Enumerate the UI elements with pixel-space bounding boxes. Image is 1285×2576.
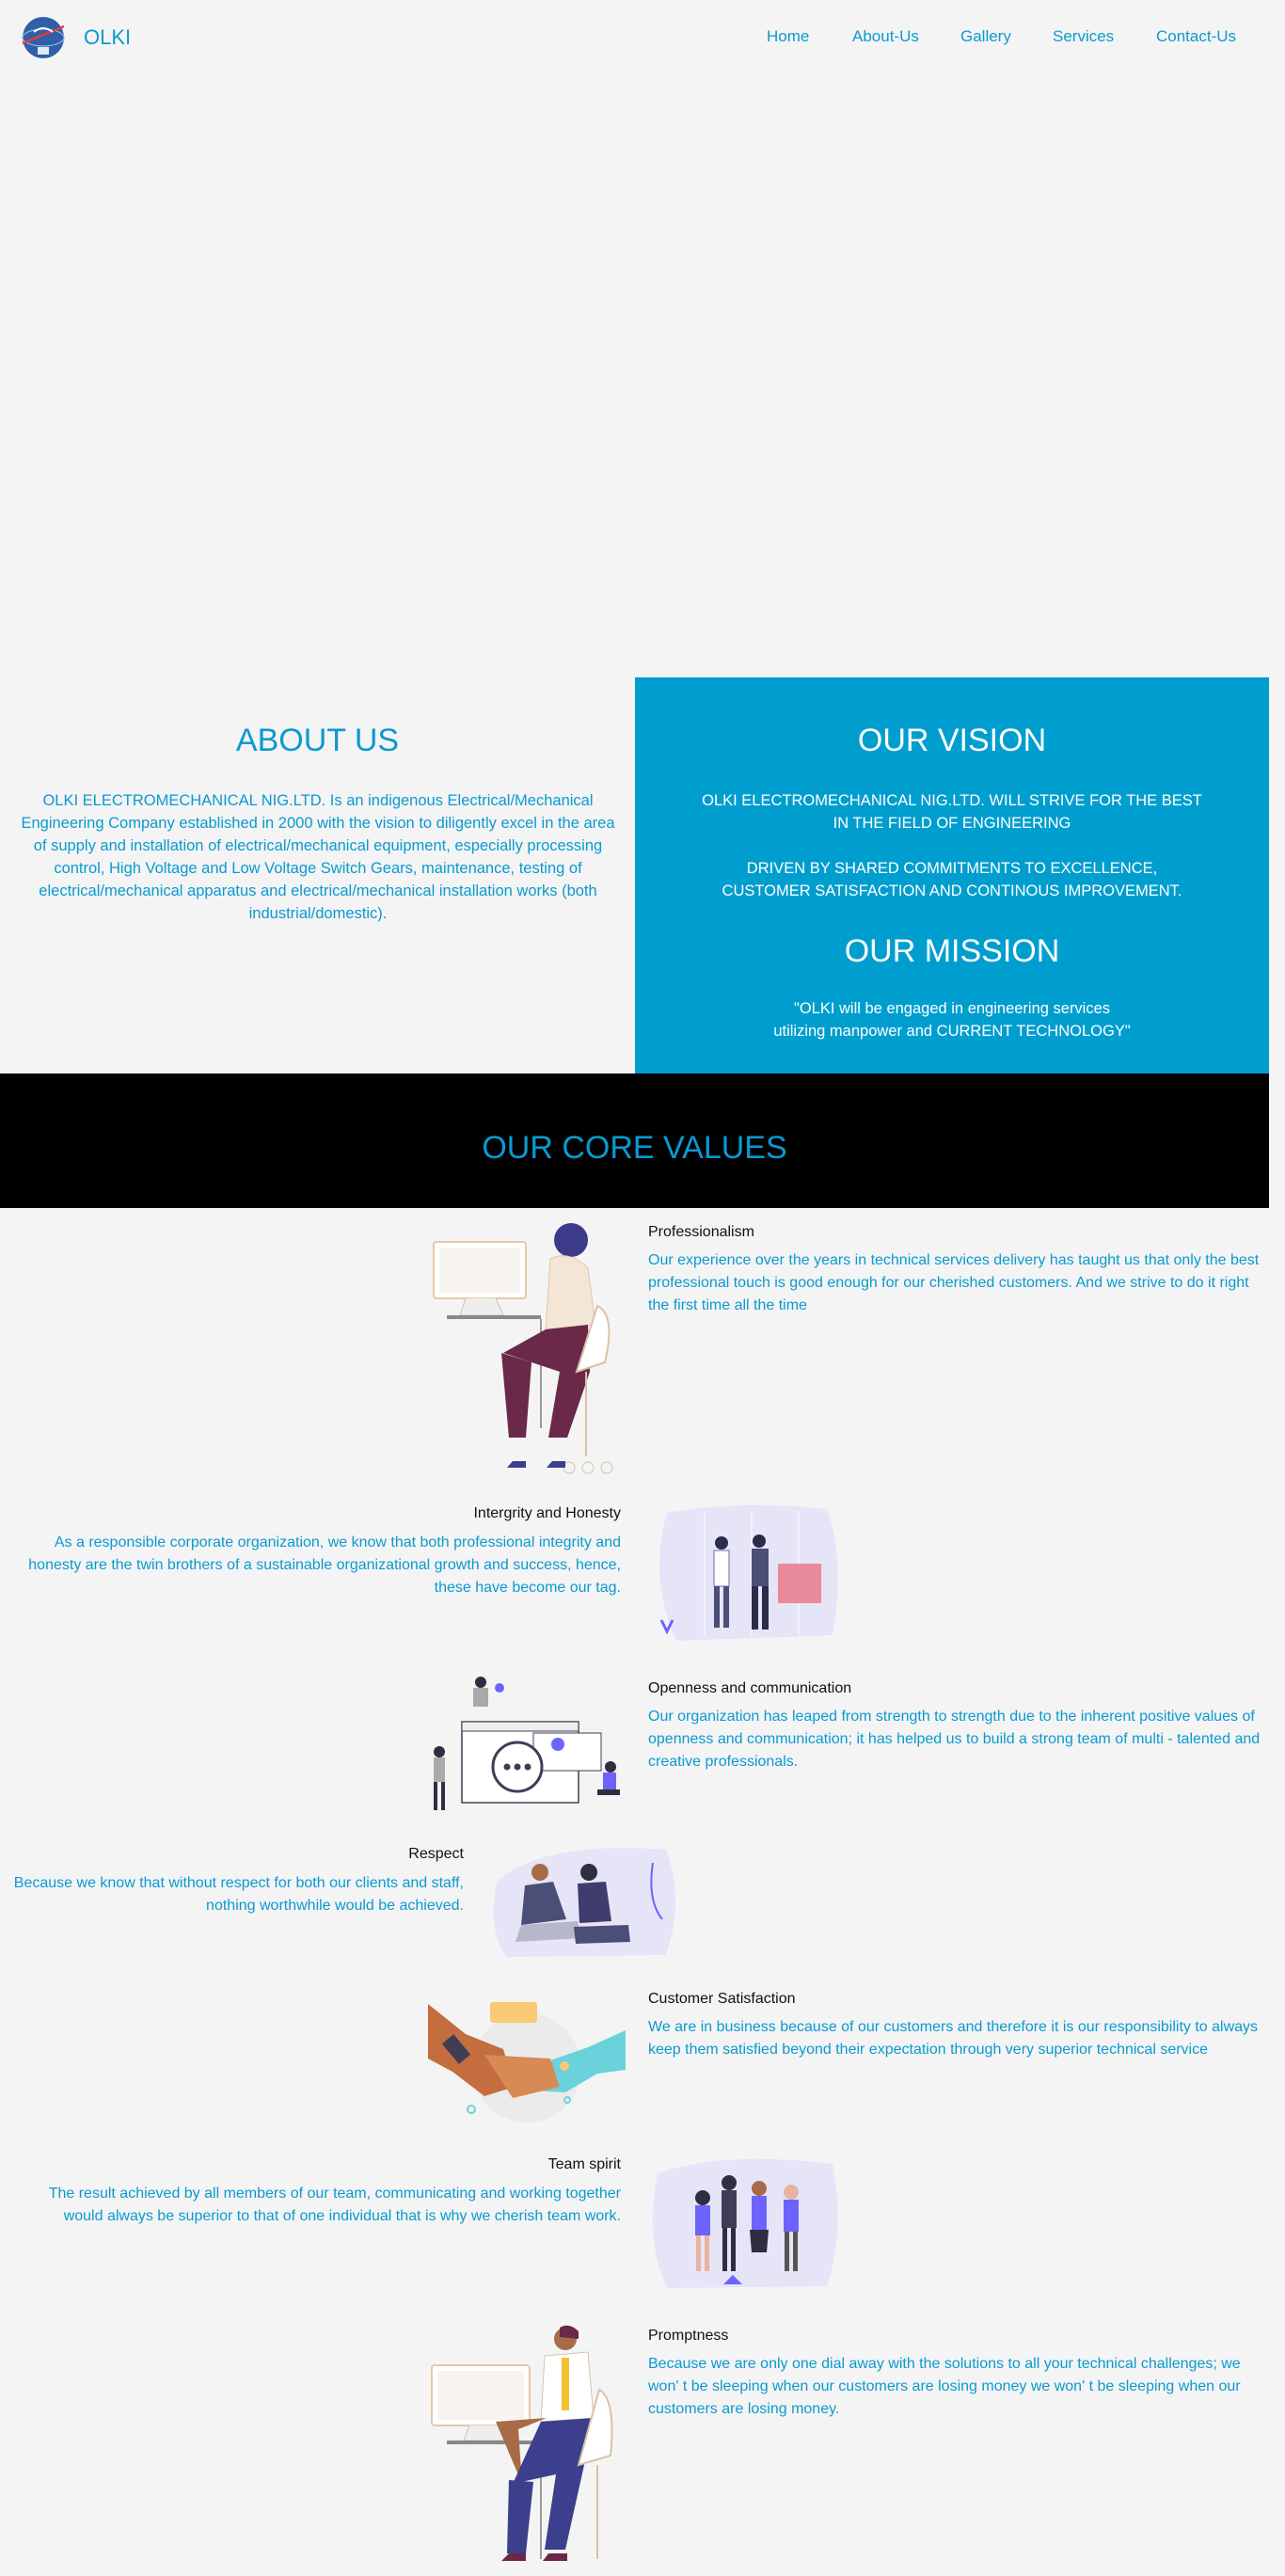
vision-line-1: OLKI ELECTROMECHANICAL NIG.LTD. WILL STR… <box>702 792 1202 809</box>
olki-globe-logo[interactable] <box>21 15 66 60</box>
nav-services[interactable]: Services <box>1053 27 1114 46</box>
value-title-openness: Openness and communication <box>648 1680 852 1696</box>
value-text-customer-satisfaction: We are in business because of our custom… <box>648 2019 1259 2058</box>
value-title-respect: Respect <box>408 1846 464 1862</box>
value-text-team-spirit: The result achieved by all members of ou… <box>48 2186 621 2224</box>
about-title: ABOUT US <box>235 723 400 758</box>
about-section: ABOUT US OLKI ELECTROMECHANICAL NIG.LTD.… <box>0 677 635 1073</box>
nav-home[interactable]: Home <box>767 27 809 46</box>
vision-line-2: IN THE FIELD OF ENGINEERING <box>833 815 1071 832</box>
value-title-promptness: Promptness <box>648 2328 729 2344</box>
vision-line-4: CUSTOMER SATISFACTION AND CONTINOUS IMPR… <box>722 883 1182 899</box>
value-title-professionalism: Professionalism <box>648 1224 754 1240</box>
mission-line-1: "OLKI will be engaged in engineering ser… <box>793 1000 1111 1017</box>
two-people-sitting-illustration <box>493 1848 675 1957</box>
handshake-hands-illustration <box>428 2002 626 2123</box>
nav-about-us[interactable]: About-Us <box>852 27 919 46</box>
mission-line-2: utilizing manpower and CURRENT TECHNOLOG… <box>773 1023 1131 1040</box>
chat-communication-illustration <box>434 1677 620 1810</box>
nav-contact-us[interactable]: Contact-Us <box>1156 27 1236 46</box>
vision-title: OUR VISION <box>857 723 1047 758</box>
about-text: OLKI ELECTROMECHANICAL NIG.LTD. Is an in… <box>21 792 615 922</box>
value-title-team-spirit: Team spirit <box>547 2156 621 2172</box>
value-text-professionalism: Our experience over the years in technic… <box>648 1252 1260 1313</box>
core-values-banner: OUR CORE VALUES <box>0 1073 1269 1208</box>
core-values-title: OUR CORE VALUES <box>482 1130 787 1166</box>
brand-name[interactable]: OLKI <box>84 25 131 50</box>
value-title-integrity: Intergrity and Honesty <box>473 1505 621 1521</box>
nav-gallery[interactable]: Gallery <box>960 27 1011 46</box>
mission-title: OUR MISSION <box>844 933 1060 969</box>
value-title-customer-satisfaction: Customer Satisfaction <box>648 1991 796 2007</box>
woman-at-desk-illustration <box>433 1223 613 1474</box>
man-at-desk-illustration <box>431 2325 613 2561</box>
vision-line-3: DRIVEN BY SHARED COMMITMENTS TO EXCELLEN… <box>746 860 1158 877</box>
value-text-integrity: As a responsible corporate organization,… <box>28 1534 621 1596</box>
site-header: OLKI Home About-Us Gallery Services Cont… <box>0 0 1285 75</box>
value-text-openness: Our organization has leaped from strengt… <box>648 1709 1261 1770</box>
value-text-respect: Because we know that without respect for… <box>13 1875 464 1914</box>
value-text-promptness: Because we are only one dial away with t… <box>648 2356 1241 2417</box>
team-group-illustration <box>652 2158 838 2288</box>
vision-mission-section: OUR VISION OLKI ELECTROMECHANICAL NIG.LT… <box>635 677 1269 1073</box>
handshake-office-illustration <box>659 1504 838 1641</box>
